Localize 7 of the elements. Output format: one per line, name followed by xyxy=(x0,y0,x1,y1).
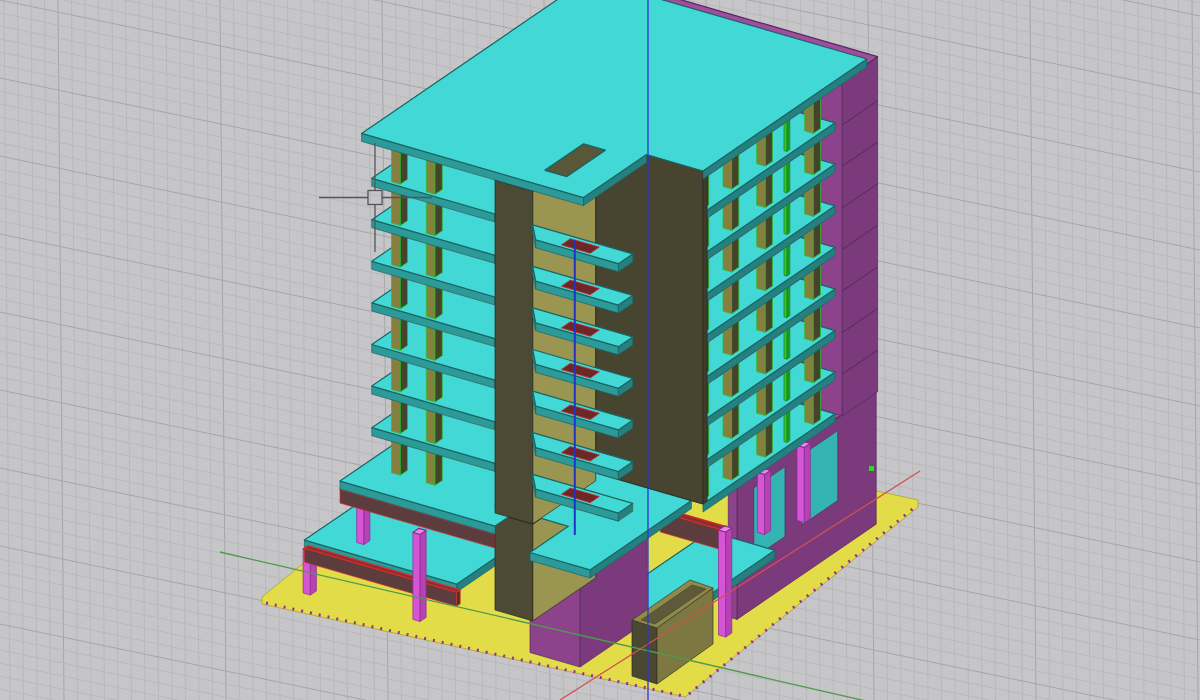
point-marker-icon xyxy=(869,466,874,471)
roof-opening xyxy=(544,143,607,178)
column xyxy=(756,467,772,535)
stair-opening xyxy=(560,487,600,504)
stair-opening xyxy=(560,238,600,254)
stair-opening xyxy=(560,446,600,462)
stair-opening xyxy=(560,279,600,296)
